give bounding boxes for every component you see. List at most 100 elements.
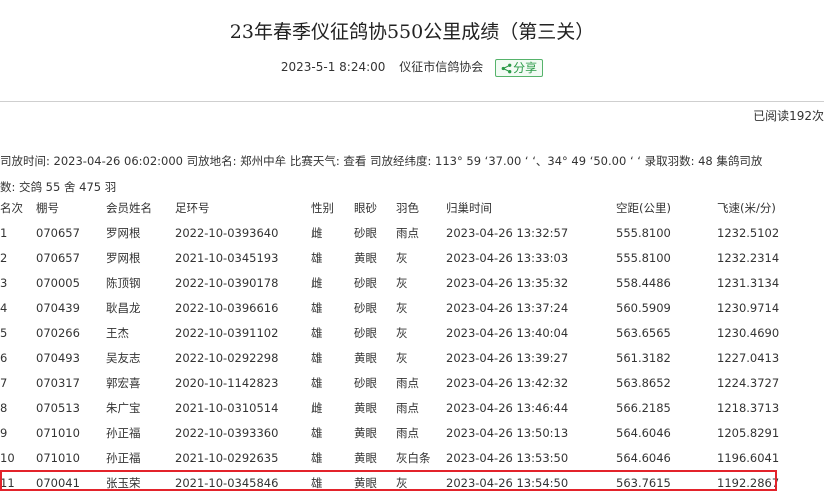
cell-feather: 雨点: [396, 375, 419, 390]
cell-distance: 564.6046: [616, 450, 671, 465]
col-header-eye: 眼砂: [354, 201, 377, 215]
cell-ring: 2022-10-0391102: [175, 325, 279, 340]
table-row: 1 070657 罗网根 2022-10-0393640 雌 砂眼 雨点 2023-04-26…: [0, 220, 824, 245]
cell-ring: 2021-10-0345846: [175, 475, 279, 490]
header-divider: [0, 101, 824, 102]
cell-arrival: 2023-04-26 13:50:13: [446, 425, 569, 440]
cell-loft: 070657: [36, 225, 80, 240]
cell-feather: 灰: [396, 325, 408, 340]
cell-ring: 2021-10-0310514: [175, 400, 279, 415]
cell-feather: 灰白条: [396, 450, 431, 465]
cell-rank: 11: [0, 475, 15, 490]
cell-distance: 563.7615: [616, 475, 671, 490]
cell-ring: 2022-10-0393640: [175, 225, 279, 240]
col-header-arrival: 归巢时间: [446, 201, 492, 215]
cell-arrival: 2023-04-26 13:37:24: [446, 300, 569, 315]
cell-eye: 黄眼: [354, 250, 377, 265]
cell-member: 王杰: [106, 325, 129, 340]
table-row: 5 070266 王杰 2022-10-0391102 雄 砂眼 灰 2023-04-26 1…: [0, 320, 824, 345]
share-button[interactable]: 分享: [495, 58, 544, 77]
cell-loft: 070657: [36, 250, 80, 265]
cell-eye: 砂眼: [354, 275, 377, 290]
table-row: 7 070317 郭宏喜 2020-10-1142823 雄 砂眼 雨点 2023-04-26…: [0, 370, 824, 395]
cell-member: 张玉荣: [106, 475, 141, 490]
page-title: 23年春季仪征鸽协550公里成绩（第三关）: [229, 21, 595, 43]
cell-speed: 1224.3727: [717, 375, 780, 390]
cell-ring: 2021-10-0292635: [175, 450, 279, 465]
table-row: 10 071010 孙正福 2021-10-0292635 雄 黄眼 灰白条 2023-04-…: [0, 445, 824, 470]
cell-arrival: 2023-04-26 13:39:27: [446, 350, 569, 365]
col-header-rank: 名次: [0, 201, 23, 215]
cell-rank: 1: [0, 225, 8, 240]
cell-feather: 灰: [396, 250, 408, 265]
cell-loft: 070439: [36, 300, 80, 315]
cell-rank: 9: [0, 425, 8, 440]
cell-rank: 2: [0, 250, 8, 265]
cell-loft: 071010: [36, 450, 80, 465]
race-info: 司放时间: 2023-04-26 06:02:000 司放地名: 郑州中牟 比赛…: [0, 148, 824, 200]
cell-arrival: 2023-04-26 13:46:44: [446, 400, 569, 415]
cell-distance: 566.2185: [616, 400, 671, 415]
cell-arrival: 2023-04-26 13:42:32: [446, 375, 569, 390]
cell-eye: 黄眼: [354, 450, 377, 465]
cell-ring: 2022-10-0396616: [175, 300, 279, 315]
cell-sex: 雄: [311, 450, 323, 465]
cell-arrival: 2023-04-26 13:33:03: [446, 250, 569, 265]
cell-sex: 雄: [311, 300, 323, 315]
cell-speed: 1218.3713: [717, 400, 780, 415]
cell-feather: 灰: [396, 275, 408, 290]
race-info-line-1: 司放时间: 2023-04-26 06:02:000 司放地名: 郑州中牟 比赛…: [0, 154, 763, 168]
cell-distance: 555.8100: [616, 225, 671, 240]
share-icon: [501, 63, 512, 73]
cell-member: 罗网根: [106, 225, 141, 240]
cell-loft: 070493: [36, 350, 80, 365]
table-row: 4 070439 耿昌龙 2022-10-0396616 雄 砂眼 灰 2023-04-26 …: [0, 295, 824, 320]
results-body: 1 070657 罗网根 2022-10-0393640 雌砂眼 雨点 2023-04-26…: [0, 220, 824, 495]
cell-feather: 灰: [396, 475, 408, 490]
cell-eye: 黄眼: [354, 350, 377, 365]
cell-rank: 4: [0, 300, 8, 315]
cell-arrival: 2023-04-26 13:40:04: [446, 325, 569, 340]
cell-speed: 1232.5102: [717, 225, 780, 240]
cell-speed: 1230.9714: [717, 300, 780, 315]
cell-feather: 雨点: [396, 400, 419, 415]
col-header-member: 会员姓名: [106, 201, 152, 215]
cell-sex: 雌: [311, 275, 323, 290]
cell-eye: 砂眼: [354, 300, 377, 315]
cell-distance: 560.5909: [616, 300, 671, 315]
cell-member: 罗网根: [106, 250, 141, 265]
cell-arrival: 2023-04-26 13:32:57: [446, 225, 569, 240]
table-row: 3 070005 陈顶钢 2022-10-0390178 雌 砂眼 灰 2023-04-26 …: [0, 270, 824, 295]
table-row: 8 070513 朱广宝 2021-10-0310514 雌 黄眼 雨点 2023-04-26…: [0, 395, 824, 420]
cell-rank: 6: [0, 350, 8, 365]
cell-ring: 2022-10-0393360: [175, 425, 279, 440]
table-row: 2 070657 罗网根 2021-10-0345193 雄 黄眼 灰 2023-04-26 …: [0, 245, 824, 270]
cell-member: 郭宏喜: [106, 375, 141, 390]
cell-speed: 1227.0413: [717, 350, 780, 365]
read-count: 已阅读192次: [753, 109, 824, 123]
cell-eye: 黄眼: [354, 475, 377, 490]
col-header-feather: 羽色: [396, 201, 419, 215]
cell-loft: 070266: [36, 325, 80, 340]
cell-feather: 雨点: [396, 225, 419, 240]
cell-sex: 雄: [311, 325, 323, 340]
cell-arrival: 2023-04-26 13:35:32: [446, 275, 569, 290]
cell-feather: 灰: [396, 350, 408, 365]
cell-arrival: 2023-04-26 13:53:50: [446, 450, 569, 465]
cell-speed: 1196.6041: [717, 450, 780, 465]
cell-eye: 黄眼: [354, 400, 377, 415]
cell-rank: 10: [0, 450, 15, 465]
cell-rank: 5: [0, 325, 8, 340]
cell-distance: 561.3182: [616, 350, 671, 365]
table-row: 11 070041 张玉荣 2021-10-0345846 雄 黄眼 灰 2023-04-26…: [0, 470, 824, 495]
cell-sex: 雄: [311, 350, 323, 365]
cell-eye: 砂眼: [354, 325, 377, 340]
cell-speed: 1205.8291: [717, 425, 780, 440]
cell-eye: 黄眼: [354, 425, 377, 440]
cell-member: 陈顶钢: [106, 275, 141, 290]
cell-speed: 1231.3134: [717, 275, 780, 290]
cell-ring: 2022-10-0390178: [175, 275, 279, 290]
cell-sex: 雌: [311, 400, 323, 415]
table-header-row: 名次 棚号 会员姓名 足环号 性别 眼砂 羽色 归巢时间 空距(公里) 飞速(米…: [0, 196, 824, 220]
cell-loft: 071010: [36, 425, 80, 440]
